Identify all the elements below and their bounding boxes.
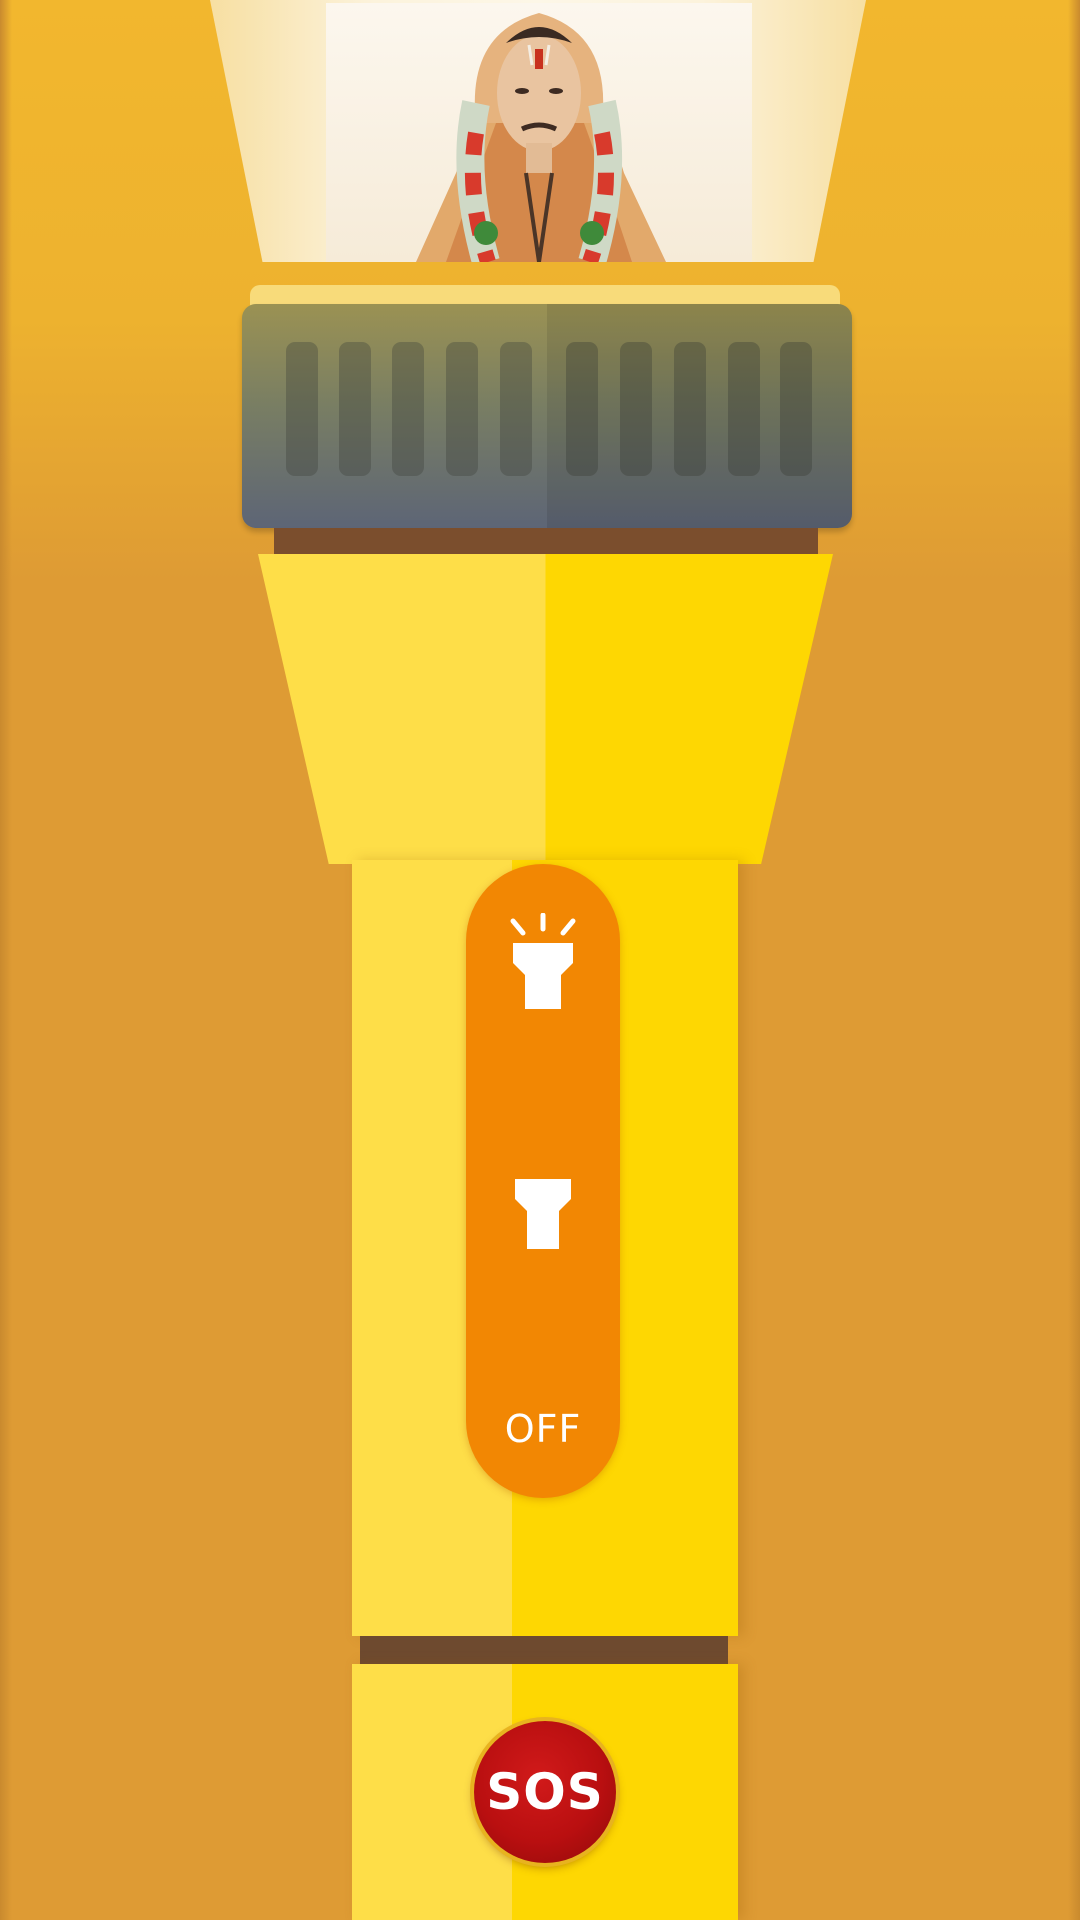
grip-shade <box>547 304 852 528</box>
bright-mode-button[interactable] <box>466 904 620 1034</box>
mode-switch: OFF <box>466 864 620 1498</box>
off-button[interactable]: OFF <box>466 1394 620 1464</box>
portrait-figure <box>416 13 666 262</box>
dim-mode-button[interactable] <box>466 1154 620 1274</box>
sos-button[interactable]: SOS <box>474 1721 616 1863</box>
portrait-image <box>326 3 752 262</box>
flashlight-beam-icon <box>510 913 576 1009</box>
right-edge-shadow <box>1068 0 1080 1920</box>
neck-band <box>274 528 818 554</box>
off-label: OFF <box>504 1407 582 1451</box>
flashlight-icon <box>515 1179 571 1249</box>
grip-ridge <box>392 342 424 476</box>
grip-ridge <box>286 342 318 476</box>
left-edge-shadow <box>0 0 12 1920</box>
body-band <box>360 1636 728 1664</box>
sos-label: SOS <box>486 1763 604 1821</box>
flashlight-head-grip <box>242 304 852 528</box>
grip-ridge <box>339 342 371 476</box>
grip-ridge <box>446 342 478 476</box>
flashlight-cone <box>258 554 833 864</box>
grip-ridge <box>500 342 532 476</box>
